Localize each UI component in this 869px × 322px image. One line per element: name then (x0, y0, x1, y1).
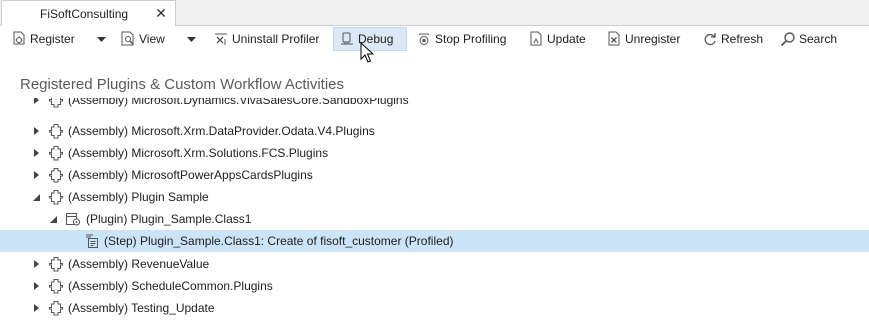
register-label: Register (30, 32, 75, 46)
refresh-button[interactable]: Refresh (702, 27, 763, 51)
tree-node-label: (Assembly) MicrosoftPowerAppsCardsPlugin… (68, 168, 313, 182)
assembly-icon (48, 256, 64, 272)
register-dropdown[interactable] (93, 27, 109, 51)
uninstall-profiler-label: Uninstall Profiler (232, 32, 320, 46)
view-button[interactable]: View (120, 27, 165, 51)
search-label: Search (799, 32, 838, 46)
tab-bar: FiSoftConsulting ✕ (0, 0, 869, 26)
expand-arrow-icon[interactable] (31, 126, 41, 136)
debug-icon (339, 31, 355, 47)
tree-node-plugin[interactable]: (Plugin) Plugin_Sample.Class1 (0, 208, 869, 230)
tree-node-assembly[interactable]: (Assembly) RevenueValue (0, 253, 869, 275)
tree-node-label: (Step) Plugin_Sample.Class1: Create of f… (104, 234, 454, 248)
unregister-icon (606, 31, 622, 47)
register-icon (11, 31, 27, 47)
tree-node-assembly[interactable]: (Assembly) Plugin Sample (0, 186, 869, 208)
assembly-icon (48, 189, 64, 205)
assembly-icon (48, 167, 64, 183)
mouse-cursor-icon (360, 42, 374, 63)
expand-arrow-icon[interactable] (31, 98, 41, 105)
tree-node-assembly[interactable]: (Assembly) Microsoft.Xrm.DataProvider.Od… (0, 120, 869, 142)
stop-profiling-label: Stop Profiling (435, 32, 507, 46)
tree-node-label: (Assembly) Plugin Sample (68, 190, 209, 204)
unregister-label: Unregister (625, 32, 681, 46)
stop-profiling-button[interactable]: Stop Profiling (416, 27, 506, 51)
unregister-button[interactable]: Unregister (606, 27, 680, 51)
tree-node-assembly[interactable]: (Assembly) Microsoft.Dynamics.VivaSalesC… (0, 98, 869, 111)
tree-node-assembly[interactable]: (Assembly) ScheduleCommon.Plugins (0, 275, 869, 297)
plugin-icon (65, 211, 81, 227)
uninstall-profiler-icon (213, 31, 229, 47)
uninstall-profiler-button[interactable]: Uninstall Profiler (213, 27, 319, 51)
tab-title: FiSoftConsulting (40, 7, 129, 21)
expand-arrow-icon[interactable] (31, 303, 41, 313)
tree-node-step[interactable]: (Step) Plugin_Sample.Class1: Create of f… (0, 230, 869, 252)
collapse-arrow-icon[interactable] (48, 214, 58, 224)
toolbar: Register View Uninstall Profiler Debug S… (0, 26, 869, 52)
tree-node-label: (Assembly) RevenueValue (68, 257, 210, 271)
section-title: Registered Plugins & Custom Workflow Act… (20, 76, 345, 93)
tab-fisoftconsulting[interactable]: FiSoftConsulting ✕ (1, 0, 176, 26)
view-dropdown[interactable] (183, 27, 199, 51)
tree-node-assembly[interactable]: (Assembly) Microsoft.Xrm.Solutions.FCS.P… (0, 142, 869, 164)
assembly-icon (48, 98, 64, 108)
refresh-icon (702, 31, 718, 47)
tree-node-assembly[interactable]: (Assembly) MicrosoftPowerAppsCardsPlugin… (0, 164, 869, 186)
update-button[interactable]: Update (528, 27, 586, 51)
register-button[interactable]: Register (11, 27, 75, 51)
search-button[interactable]: Search (780, 27, 837, 51)
tree-node-assembly[interactable]: (Assembly) Testing_Update (0, 297, 869, 319)
view-icon (120, 31, 136, 47)
plugin-tree: (Assembly) Microsoft.Dynamics.VivaSalesC… (0, 98, 869, 322)
assembly-icon (48, 300, 64, 316)
close-icon[interactable]: ✕ (153, 5, 169, 21)
assembly-icon (48, 123, 64, 139)
tree-node-label: (Assembly) Microsoft.Xrm.Solutions.FCS.P… (68, 146, 329, 160)
step-icon (84, 233, 100, 249)
expand-arrow-icon[interactable] (31, 281, 41, 291)
update-label: Update (547, 32, 586, 46)
expand-arrow-icon[interactable] (31, 170, 41, 180)
collapse-arrow-icon[interactable] (31, 192, 41, 202)
tree-node-label: (Assembly) Testing_Update (68, 301, 215, 315)
refresh-label: Refresh (721, 32, 764, 46)
assembly-icon (48, 278, 64, 294)
view-label: View (139, 32, 165, 46)
tree-node-label: (Assembly) Microsoft.Dynamics.VivaSalesC… (68, 98, 409, 107)
tree-node-label: (Plugin) Plugin_Sample.Class1 (86, 212, 252, 226)
expand-arrow-icon[interactable] (31, 148, 41, 158)
stop-profiling-icon (416, 31, 432, 47)
chevron-down-icon (96, 36, 106, 42)
assembly-icon (48, 145, 64, 161)
tree-node-label: (Assembly) Microsoft.Xrm.DataProvider.Od… (68, 124, 375, 138)
chevron-down-icon (186, 36, 196, 42)
expand-arrow-icon[interactable] (31, 259, 41, 269)
update-icon (528, 31, 544, 47)
search-icon (780, 31, 796, 47)
tree-node-label: (Assembly) ScheduleCommon.Plugins (68, 279, 273, 293)
